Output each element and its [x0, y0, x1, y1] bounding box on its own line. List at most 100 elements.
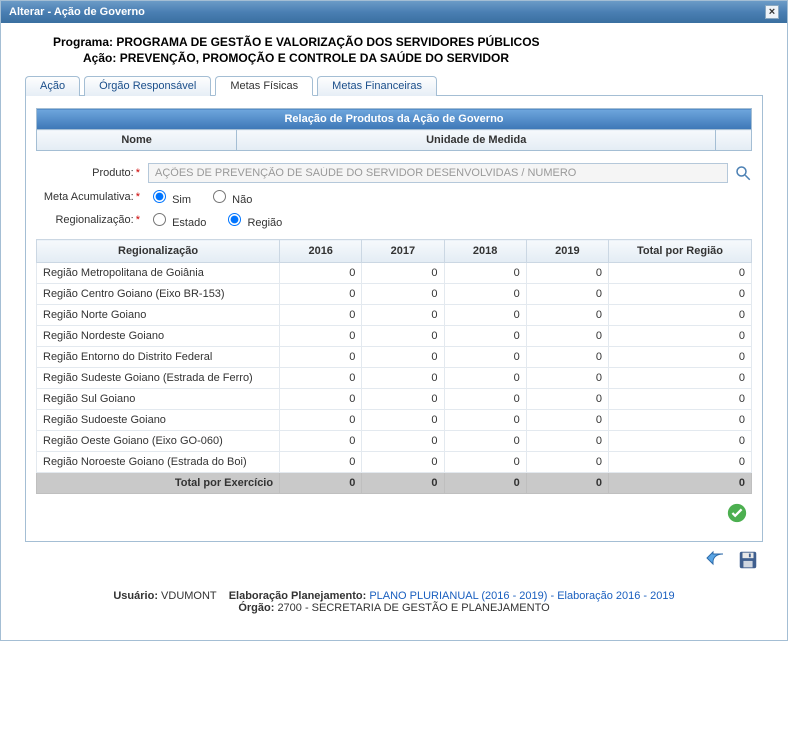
- tab-orgao[interactable]: Órgão Responsável: [84, 76, 211, 96]
- cell-2017[interactable]: 0: [362, 326, 444, 347]
- cell-2016[interactable]: 0: [280, 431, 362, 452]
- cell-region: Região Sudoeste Goiano: [37, 410, 280, 431]
- reg-regiao-option[interactable]: Região: [223, 217, 282, 229]
- cell-total: 0: [609, 431, 752, 452]
- cell-region: Região Noroeste Goiano (Estrada do Boi): [37, 452, 280, 473]
- row-meta: Meta Acumulativa:* Sim Não: [36, 187, 752, 206]
- close-icon[interactable]: ×: [765, 5, 779, 19]
- cell-total: 0: [609, 410, 752, 431]
- cell-2016[interactable]: 0: [280, 389, 362, 410]
- cell-2016[interactable]: 0: [280, 452, 362, 473]
- produto-label: Produto:*: [36, 167, 148, 179]
- cell-2017[interactable]: 0: [362, 452, 444, 473]
- required-marker: *: [136, 191, 140, 203]
- cell-2018[interactable]: 0: [444, 410, 526, 431]
- meta-sim-option[interactable]: Sim: [148, 194, 191, 206]
- cell-2016[interactable]: 0: [280, 368, 362, 389]
- cell-2019[interactable]: 0: [526, 263, 608, 284]
- produtos-title: Relação de Produtos da Ação de Governo: [37, 109, 752, 130]
- produto-input[interactable]: [148, 163, 728, 183]
- cell-2016[interactable]: 0: [280, 305, 362, 326]
- col-2016: 2016: [280, 240, 362, 263]
- cell-2018[interactable]: 0: [444, 452, 526, 473]
- cell-2018[interactable]: 0: [444, 263, 526, 284]
- tab-metas-financeiras[interactable]: Metas Financeiras: [317, 76, 437, 96]
- cell-2019[interactable]: 0: [526, 431, 608, 452]
- meta-nao-option[interactable]: Não: [208, 194, 252, 206]
- cell-2019[interactable]: 0: [526, 368, 608, 389]
- cell-2017[interactable]: 0: [362, 389, 444, 410]
- cell-2018[interactable]: 0: [444, 368, 526, 389]
- cell-2016[interactable]: 0: [280, 263, 362, 284]
- cell-2018[interactable]: 0: [444, 305, 526, 326]
- cell-2018[interactable]: 0: [444, 326, 526, 347]
- total-2019: 0: [526, 473, 608, 494]
- table-total-row: Total por Exercício00000: [37, 473, 752, 494]
- cell-2019[interactable]: 0: [526, 389, 608, 410]
- cell-2019[interactable]: 0: [526, 452, 608, 473]
- reg-estado-radio[interactable]: [153, 213, 166, 226]
- total-total: 0: [609, 473, 752, 494]
- cell-2018[interactable]: 0: [444, 347, 526, 368]
- cell-2016[interactable]: 0: [280, 326, 362, 347]
- required-marker: *: [136, 167, 140, 179]
- titlebar: Alterar - Ação de Governo ×: [1, 1, 787, 23]
- regionalizacao-radio-group: Estado Região: [148, 210, 296, 229]
- orgao-value: 2700 - SECRETARIA DE GESTÃO E PLANEJAMEN…: [277, 602, 549, 614]
- confirm-row: [36, 494, 752, 529]
- table-row: Região Nordeste Goiano00000: [37, 326, 752, 347]
- cell-2016[interactable]: 0: [280, 410, 362, 431]
- required-marker: *: [136, 214, 140, 226]
- meta-sim-radio[interactable]: [153, 190, 166, 203]
- produtos-table: Relação de Produtos da Ação de Governo N…: [36, 108, 752, 151]
- save-icon[interactable]: [737, 549, 759, 571]
- cell-2019[interactable]: 0: [526, 347, 608, 368]
- cell-total: 0: [609, 263, 752, 284]
- tab-metas-fisicas[interactable]: Metas Físicas: [215, 76, 313, 96]
- cell-2019[interactable]: 0: [526, 326, 608, 347]
- table-row: Região Oeste Goiano (Eixo GO-060)00000: [37, 431, 752, 452]
- cell-2017[interactable]: 0: [362, 410, 444, 431]
- cell-2017[interactable]: 0: [362, 305, 444, 326]
- search-produto-icon[interactable]: [734, 164, 752, 182]
- tab-acao[interactable]: Ação: [25, 76, 80, 96]
- cell-2016[interactable]: 0: [280, 284, 362, 305]
- elab-link[interactable]: PLANO PLURIANUAL (2016 - 2019) - Elabora…: [369, 590, 674, 602]
- header-info: Programa: PROGRAMA DE GESTÃO E VALORIZAÇ…: [53, 35, 763, 65]
- cell-2019[interactable]: 0: [526, 284, 608, 305]
- tab-page-metas-fisicas: Relação de Produtos da Ação de Governo N…: [25, 96, 763, 542]
- cell-region: Região Metropolitana de Goiânia: [37, 263, 280, 284]
- cell-2016[interactable]: 0: [280, 347, 362, 368]
- cell-2019[interactable]: 0: [526, 305, 608, 326]
- cell-2019[interactable]: 0: [526, 410, 608, 431]
- window-body: Programa: PROGRAMA DE GESTÃO E VALORIZAÇ…: [1, 23, 787, 640]
- cell-region: Região Sul Goiano: [37, 389, 280, 410]
- table-header-row: Regionalização 2016 2017 2018 2019 Total…: [37, 240, 752, 263]
- table-row: Região Sudeste Goiano (Estrada de Ferro)…: [37, 368, 752, 389]
- table-row: Região Entorno do Distrito Federal00000: [37, 347, 752, 368]
- cell-2018[interactable]: 0: [444, 431, 526, 452]
- produtos-col-nome: Nome: [37, 130, 237, 151]
- cell-2018[interactable]: 0: [444, 389, 526, 410]
- reg-regiao-radio[interactable]: [228, 213, 241, 226]
- produtos-col-unidade: Unidade de Medida: [237, 130, 716, 151]
- reg-estado-option[interactable]: Estado: [148, 217, 206, 229]
- produtos-title-row: Relação de Produtos da Ação de Governo: [37, 109, 752, 130]
- cell-region: Região Sudeste Goiano (Estrada de Ferro): [37, 368, 280, 389]
- cell-2017[interactable]: 0: [362, 263, 444, 284]
- cell-2017[interactable]: 0: [362, 431, 444, 452]
- confirm-icon[interactable]: [726, 502, 748, 524]
- cell-2018[interactable]: 0: [444, 284, 526, 305]
- cell-total: 0: [609, 284, 752, 305]
- cell-2017[interactable]: 0: [362, 347, 444, 368]
- elab-label: Elaboração Planejamento:: [229, 590, 367, 602]
- row-regionalizacao: Regionalização:* Estado Região: [36, 210, 752, 229]
- cell-total: 0: [609, 389, 752, 410]
- produtos-col-actions: [716, 130, 752, 151]
- cell-2017[interactable]: 0: [362, 284, 444, 305]
- back-icon[interactable]: [703, 548, 727, 572]
- cell-total: 0: [609, 452, 752, 473]
- cell-2017[interactable]: 0: [362, 368, 444, 389]
- total-2018: 0: [444, 473, 526, 494]
- meta-nao-radio[interactable]: [213, 190, 226, 203]
